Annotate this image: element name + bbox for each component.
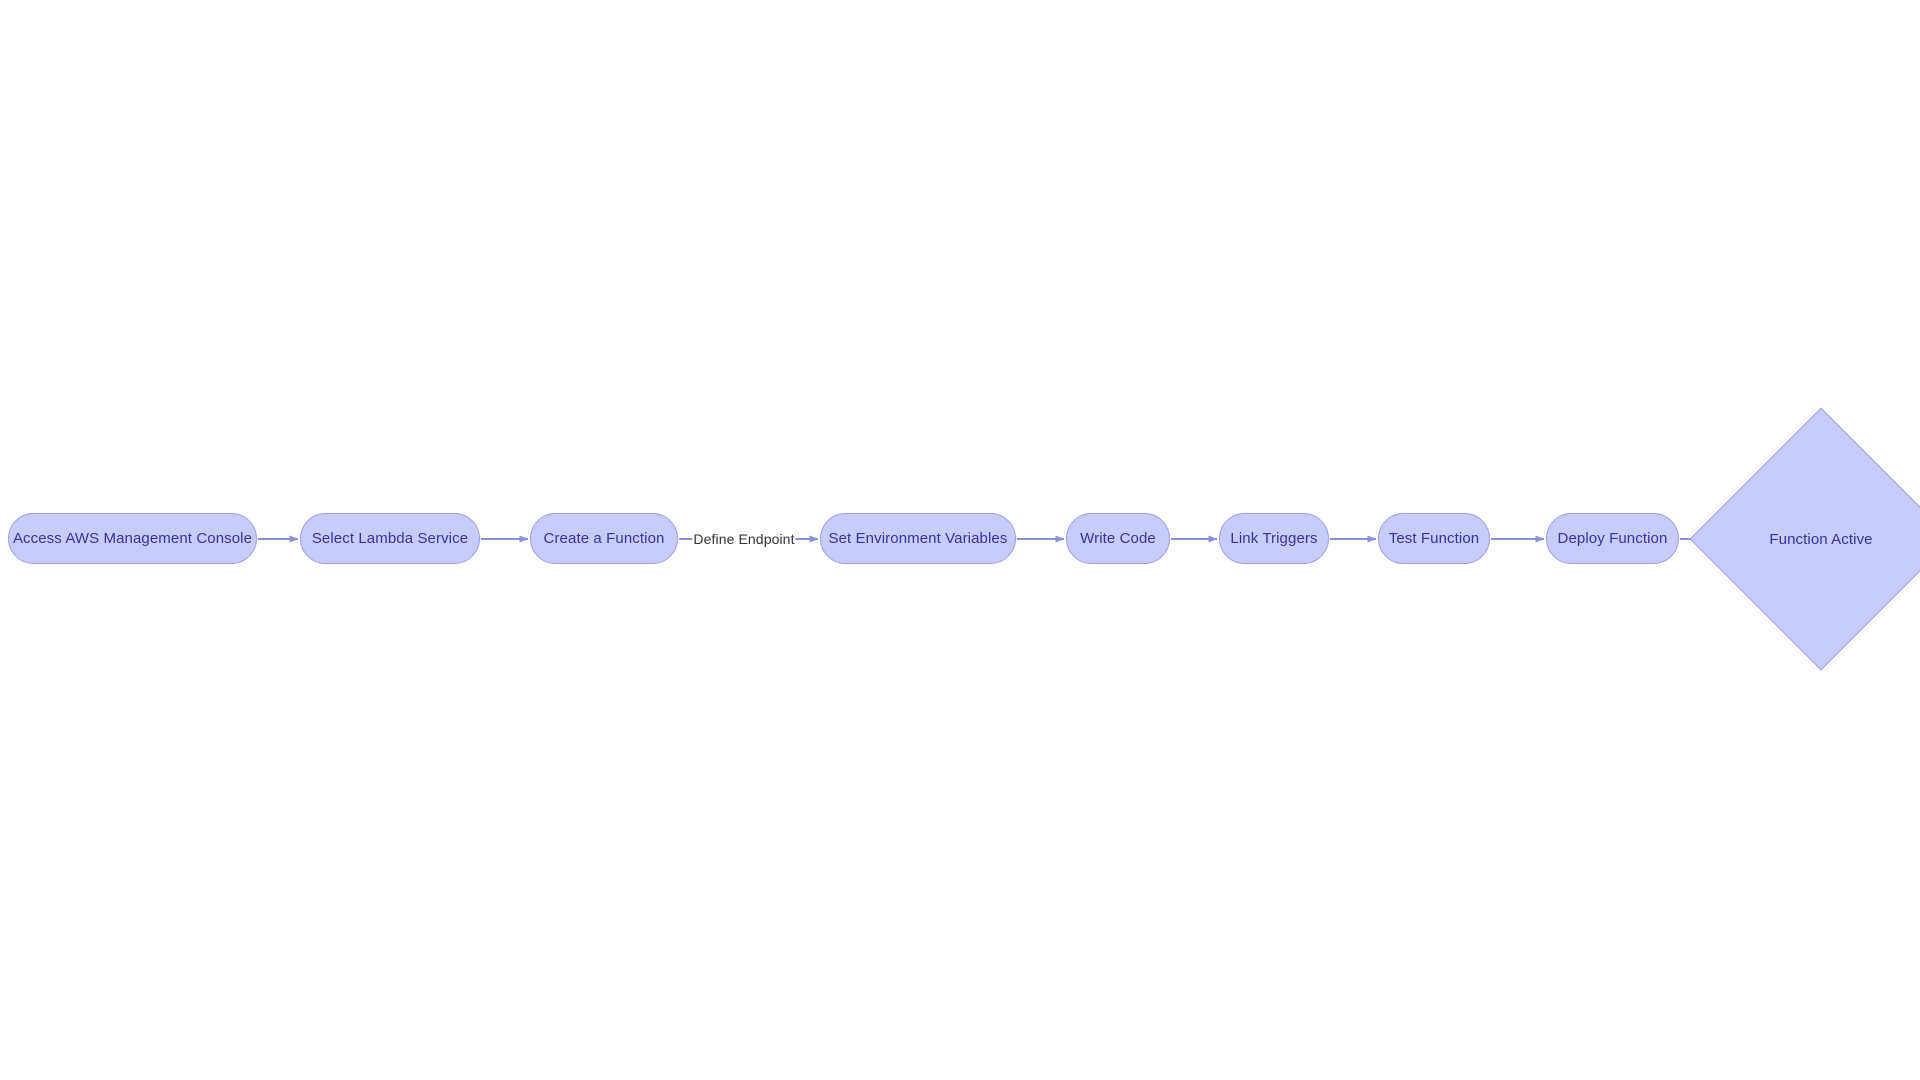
flow-node-label: Select Lambda Service [311, 529, 469, 547]
flow-node-label: Function Active [1769, 530, 1873, 548]
flow-node-link-triggers[interactable]: Link Triggers [1219, 513, 1329, 564]
flow-node-write-code[interactable]: Write Code [1066, 513, 1170, 564]
flow-node-label: Deploy Function [1557, 529, 1668, 547]
flow-node-select-lambda[interactable]: Select Lambda Service [300, 513, 480, 564]
flow-node-label: Write Code [1080, 529, 1156, 547]
edge-label: Define Endpoint [692, 531, 796, 547]
flow-node-label: Test Function [1388, 529, 1480, 547]
flow-node-label: Set Environment Variables [828, 529, 1008, 547]
flow-node-create-function[interactable]: Create a Function [530, 513, 678, 564]
flow-node-access-console[interactable]: Access AWS Management Console [8, 513, 257, 564]
flow-node-test-function[interactable]: Test Function [1378, 513, 1490, 564]
flow-node-set-env-vars[interactable]: Set Environment Variables [820, 513, 1016, 564]
flow-node-label: Access AWS Management Console [12, 529, 253, 547]
flow-node-label: Link Triggers [1230, 529, 1318, 547]
flow-node-function-active[interactable]: Function Active [1689, 407, 1920, 671]
flowchart-canvas: Access AWS Management Console Select Lamb… [0, 0, 1920, 1080]
flow-node-deploy-function[interactable]: Deploy Function [1546, 513, 1679, 564]
flow-node-label: Create a Function [543, 529, 665, 547]
